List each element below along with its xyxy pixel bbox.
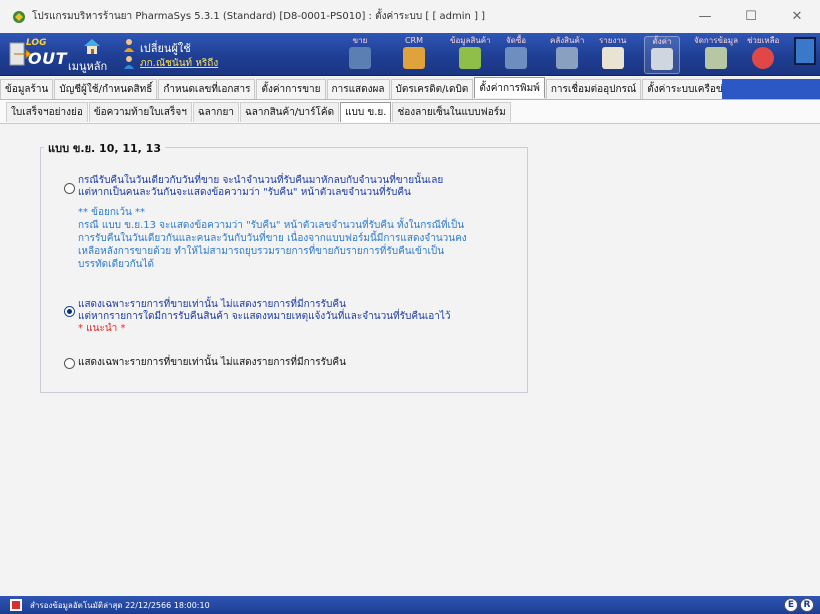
- product-info-icon: [459, 47, 482, 69]
- switch-user-icon: [124, 39, 134, 52]
- sales-button[interactable]: ขาย: [349, 36, 371, 74]
- window-title: โปรแกรมบริหารร้านยา PharmaSys 5.3.1 (Sta…: [32, 11, 486, 22]
- option-1-line-2: แต่หากเป็นคนละวันกันจะแสดงข้อความว่า "รั…: [78, 187, 411, 198]
- main-tab-bar: ข้อมูลร้าน บัญชีผู้ใช้/กำหนดสิทธิ์ กำหนด…: [0, 77, 820, 100]
- radio-option-1[interactable]: [64, 183, 75, 194]
- purchase-icon: [505, 47, 527, 69]
- exit-icon[interactable]: [794, 37, 816, 65]
- data-management-label: จัดการข้อมูล: [694, 36, 738, 45]
- exception-title: ** ข้อยกเว้น **: [78, 207, 145, 218]
- option-sales-only-with-note[interactable]: แสดงเฉพาะรายการที่ขายเท่านั้น ไม่แสดงราย…: [64, 299, 514, 339]
- tab-device-connection[interactable]: การเชื่อมต่ออุปกรณ์: [545, 79, 642, 99]
- tab-receipt-footer[interactable]: ข้อความท้ายใบเสร็จฯ: [88, 102, 192, 122]
- exception-line-4: บรรทัดเดียวกันได้: [78, 259, 154, 270]
- tab-bar-fill: [722, 79, 820, 99]
- logout-label-top: LOG: [26, 38, 47, 48]
- report-label: รายงาน: [599, 36, 627, 45]
- option-2-line-2: แต่หากรายการใดมีการรับคืนสินค้า จะแสดงหม…: [78, 311, 451, 322]
- crm-button[interactable]: CRM: [403, 36, 425, 74]
- tab-signature-fields[interactable]: ช่องลายเซ็นในแบบฟอร์ม: [392, 102, 511, 122]
- title-bar: โปรแกรมบริหารร้านยา PharmaSys 5.3.1 (Sta…: [0, 0, 820, 33]
- tab-khy-form[interactable]: แบบ ข.ย.: [340, 102, 392, 122]
- tab-short-receipt[interactable]: ใบเสร็จฯอย่างย่อ: [6, 102, 88, 122]
- report-button[interactable]: รายงาน: [599, 36, 626, 74]
- option-1-line-1: กรณีรับคืนในวันเดียวกับวันที่ขาย จะนำจำน…: [78, 175, 444, 186]
- maximize-button[interactable]: ☐: [728, 0, 774, 33]
- sales-icon: [349, 47, 371, 69]
- option-3-line-1: แสดงเฉพาะรายการที่ขายเท่านั้น ไม่แสดงราย…: [78, 357, 346, 368]
- home-label: เมนูหลัก: [68, 60, 108, 73]
- settings-button[interactable]: ตั้งค่า: [644, 36, 680, 74]
- inventory-button[interactable]: คลังสินค้า: [550, 36, 584, 74]
- crm-icon: [403, 47, 425, 69]
- e-badge-icon: E: [784, 598, 798, 612]
- sales-label: ขาย: [352, 36, 368, 45]
- radio-option-2[interactable]: [64, 306, 75, 317]
- current-user-name[interactable]: ภก.ณัชนันท์ หริถีง: [140, 56, 218, 71]
- home-icon: [84, 39, 100, 54]
- switch-user-link[interactable]: เปลี่ยนผู้ใช้: [140, 39, 191, 57]
- settings-label: ตั้งค่า: [652, 37, 672, 46]
- user-panel: เปลี่ยนผู้ใช้ ภก.ณัชนันท์ หริถีง: [122, 37, 262, 73]
- tab-document-numbers[interactable]: กำหนดเลขที่เอกสาร: [158, 79, 256, 99]
- help-icon: [752, 47, 775, 69]
- tab-user-accounts[interactable]: บัญชีผู้ใช้/กำหนดสิทธิ์: [54, 79, 158, 99]
- tab-display[interactable]: การแสดงผล: [326, 79, 390, 99]
- inventory-label: คลังสินค้า: [550, 36, 585, 45]
- exception-line-2: การรับคืนในวันเดียวกันและคนละวันกับวันที…: [78, 233, 467, 244]
- close-button[interactable]: ✕: [774, 0, 820, 33]
- database-backup-icon: [10, 599, 22, 611]
- purchase-button[interactable]: จัดซื้อ: [505, 36, 527, 74]
- help-button[interactable]: ช่วยเหลือ: [747, 36, 779, 74]
- tab-sales-settings[interactable]: ตั้งค่าการขาย: [256, 79, 326, 99]
- recommend-note: * แนะนำ *: [78, 323, 126, 334]
- settings-icon: [651, 48, 673, 70]
- user-icon: [124, 56, 134, 69]
- purchase-label: จัดซื้อ: [505, 36, 527, 45]
- exception-line-1: กรณี แบบ ข.ย.13 จะแสดงข้อความว่า "รับคืน…: [78, 220, 465, 231]
- data-management-icon: [704, 47, 727, 69]
- option-2-line-1: แสดงเฉพาะรายการที่ขายเท่านั้น ไม่แสดงราย…: [78, 299, 346, 310]
- tab-product-barcode[interactable]: ฉลากสินค้า/บาร์โค้ด: [239, 102, 340, 122]
- inventory-icon: [556, 47, 579, 69]
- sub-tab-bar: ใบเสร็จฯอย่างย่อ ข้อความท้ายใบเสร็จฯ ฉลา…: [0, 100, 820, 124]
- logout-button[interactable]: LOG OUT: [8, 38, 67, 71]
- home-menu-button[interactable]: เมนูหลัก: [68, 37, 116, 73]
- app-logo-icon: [13, 10, 25, 23]
- tab-credit-card[interactable]: บัตรเครดิต/เดบิต: [390, 79, 474, 99]
- option-sales-only[interactable]: แสดงเฉพาะรายการที่ขายเท่านั้น ไม่แสดงราย…: [64, 357, 514, 371]
- tab-drug-label[interactable]: ฉลากยา: [192, 102, 239, 122]
- radio-option-3[interactable]: [64, 358, 75, 369]
- data-management-button[interactable]: จัดการข้อมูล: [694, 36, 738, 74]
- option-same-day-return[interactable]: กรณีรับคืนในวันเดียวกับวันที่ขาย จะนำจำน…: [64, 175, 514, 285]
- minimize-button[interactable]: —: [682, 0, 728, 33]
- logout-label-bottom: OUT: [28, 49, 68, 68]
- product-info-label: ข้อมูลสินค้า: [450, 36, 491, 45]
- tab-store-info[interactable]: ข้อมูลร้าน: [0, 79, 54, 99]
- crm-label: CRM: [404, 36, 424, 45]
- content-area: แบบ ข.ย. 10, 11, 13 กรณีรับคืนในวันเดียว…: [0, 125, 820, 585]
- group-title: แบบ ข.ย. 10, 11, 13: [44, 139, 165, 157]
- help-label: ช่วยเหลือ: [747, 36, 780, 45]
- exception-line-3: เหลือหลังการขายด้วย ทำให้ไม่สามารถยุบรวม…: [78, 246, 445, 257]
- backup-status-text: สำรองข้อมูลอัตโนมัติล่าสุด 22/12/2566 18…: [30, 601, 210, 610]
- main-toolbar: LOG OUT เมนูหลัก เปลี่ยนผู้ใช้ ภก.ณัชนัน…: [0, 33, 820, 76]
- report-icon: [601, 47, 624, 69]
- product-info-button[interactable]: ข้อมูลสินค้า: [450, 36, 491, 74]
- r-badge-icon: R: [800, 598, 814, 612]
- tab-print-settings[interactable]: ตั้งค่าการพิมพ์: [474, 77, 545, 98]
- status-bar: สำรองข้อมูลอัตโนมัติล่าสุด 22/12/2566 18…: [0, 596, 820, 614]
